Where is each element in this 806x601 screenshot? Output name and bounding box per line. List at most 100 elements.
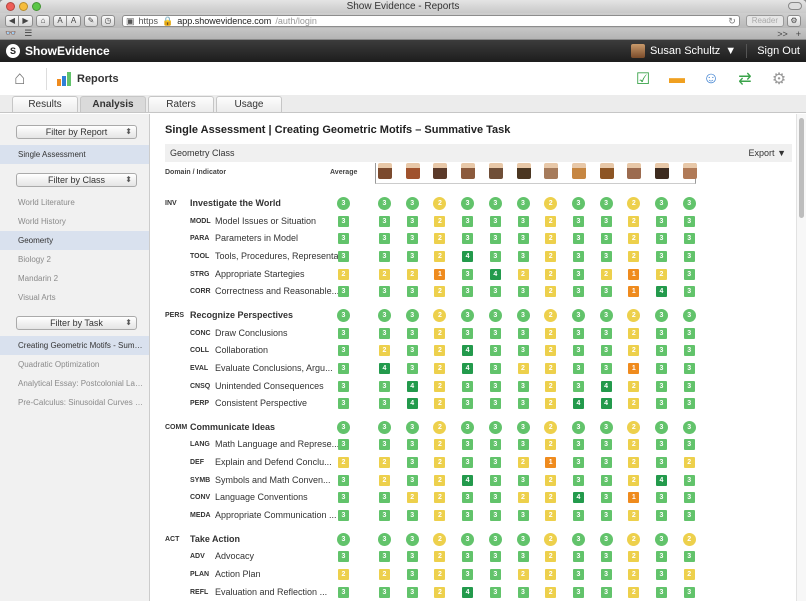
student-score[interactable]: 3	[599, 197, 613, 210]
row-label[interactable]: Unintended Consequences	[215, 378, 324, 395]
student-score[interactable]: 3	[489, 345, 501, 357]
student-score[interactable]: 3	[517, 327, 529, 339]
student-score[interactable]: 2	[545, 345, 557, 357]
sign-out-link[interactable]: Sign Out	[747, 45, 800, 57]
sidebar-item-class[interactable]: Mandarin 2	[0, 269, 149, 288]
student-score[interactable]: 3	[656, 345, 667, 357]
student-score[interactable]: 2	[628, 345, 640, 357]
student-score[interactable]: 3	[462, 398, 474, 410]
average-score[interactable]: 3	[338, 474, 349, 486]
tab-raters[interactable]: Raters	[148, 96, 214, 112]
row-label[interactable]: Math Language and Represe...	[215, 436, 339, 453]
student-score[interactable]: 2	[682, 532, 696, 546]
student-score[interactable]: 2	[627, 197, 641, 210]
average-score[interactable]: 3	[338, 551, 349, 563]
sync-arrows-icon[interactable]: ⇄	[736, 69, 754, 89]
student-score[interactable]: 3	[379, 492, 390, 504]
student-score[interactable]: 3	[406, 510, 418, 522]
back-icon[interactable]: ◀	[5, 14, 19, 27]
student-score[interactable]: 3	[683, 286, 695, 298]
student-score[interactable]: 3	[600, 586, 612, 598]
student-score[interactable]: 4	[462, 474, 474, 486]
student-score[interactable]: 2	[656, 268, 667, 280]
student-score[interactable]: 3	[489, 492, 501, 504]
student-score[interactable]: 3	[406, 457, 418, 469]
row-label[interactable]: Model Issues or Situation	[215, 213, 316, 230]
student-score[interactable]: 2	[434, 457, 446, 469]
student-score[interactable]: 3	[683, 327, 695, 339]
row-label[interactable]: Symbols and Math Conven...	[215, 472, 331, 489]
sidebar-item-task[interactable]: Pre-Calculus: Sinusoidal Curves and ...	[0, 393, 149, 412]
student-score[interactable]: 3	[683, 439, 695, 451]
student-score[interactable]: 2	[628, 250, 640, 262]
student-score[interactable]: 2	[433, 532, 447, 546]
student-score[interactable]: 2	[544, 532, 558, 546]
student-score[interactable]: 3	[656, 362, 667, 374]
student-score[interactable]: 2	[545, 492, 557, 504]
student-score[interactable]: 3	[572, 345, 584, 357]
student-score[interactable]: 3	[517, 380, 529, 392]
student-score[interactable]: 3	[683, 586, 695, 598]
student-score[interactable]: 3	[572, 510, 584, 522]
student-score[interactable]: 3	[462, 327, 474, 339]
average-score[interactable]: 3	[338, 398, 349, 410]
student-score[interactable]: 2	[434, 551, 446, 563]
student-score[interactable]: 3	[517, 510, 529, 522]
student-score[interactable]: 3	[378, 532, 391, 546]
student-score[interactable]: 3	[683, 250, 695, 262]
student-score[interactable]: 2	[434, 250, 446, 262]
student-score[interactable]: 2	[379, 268, 390, 280]
student-score[interactable]: 2	[628, 474, 640, 486]
student-score[interactable]: 3	[489, 362, 501, 374]
student-score[interactable]: 3	[462, 233, 474, 245]
student-score[interactable]: 3	[683, 380, 695, 392]
average-score[interactable]: 3	[338, 380, 349, 392]
student-score[interactable]: 2	[434, 362, 446, 374]
average-score[interactable]: 3	[338, 233, 349, 245]
student-score[interactable]: 3	[600, 233, 612, 245]
gear-icon[interactable]: ⚙	[770, 69, 788, 89]
sidebar-item-class[interactable]: Biology 2	[0, 250, 149, 269]
student-score[interactable]: 3	[406, 215, 418, 227]
student-score[interactable]: 2	[434, 474, 446, 486]
student-score[interactable]: 3	[517, 345, 529, 357]
student-score[interactable]: 3	[379, 439, 390, 451]
student-score[interactable]: 3	[600, 510, 612, 522]
student-score[interactable]: 3	[405, 197, 419, 210]
student-score[interactable]: 3	[572, 380, 584, 392]
scrollbar-thumb[interactable]	[799, 118, 804, 218]
close-window-button[interactable]	[6, 2, 15, 11]
row-label[interactable]: Consistent Perspective	[215, 395, 307, 412]
student-score[interactable]: 4	[406, 380, 418, 392]
row-label[interactable]: Parameters in Model	[215, 230, 298, 247]
student-score[interactable]: 3	[600, 457, 612, 469]
student-score[interactable]: 2	[434, 492, 446, 504]
student-avatar[interactable]	[655, 163, 669, 179]
student-score[interactable]: 1	[628, 492, 640, 504]
student-score[interactable]: 2	[683, 569, 695, 580]
student-score[interactable]: 3	[489, 551, 501, 563]
student-score[interactable]: 2	[434, 439, 446, 451]
student-score[interactable]: 3	[656, 233, 667, 245]
average-score[interactable]: 3	[337, 197, 350, 210]
bookmarks-overflow-button[interactable]: >>	[777, 29, 788, 39]
student-score[interactable]: 3	[488, 532, 502, 546]
student-score[interactable]: 3	[517, 233, 529, 245]
student-score[interactable]: 3	[656, 215, 667, 227]
student-score[interactable]: 3	[656, 439, 667, 451]
student-score[interactable]: 3	[516, 308, 530, 322]
student-score[interactable]: 3	[517, 398, 529, 410]
row-label[interactable]: Evaluation and Reflection ...	[215, 584, 327, 601]
student-score[interactable]: 3	[462, 510, 474, 522]
student-score[interactable]: 2	[545, 398, 557, 410]
student-avatar[interactable]	[571, 163, 586, 179]
student-score[interactable]: 3	[516, 532, 530, 546]
student-score[interactable]: 3	[379, 398, 390, 410]
student-score[interactable]: 3	[378, 420, 391, 434]
student-score[interactable]: 3	[656, 457, 667, 469]
student-score[interactable]: 2	[627, 308, 641, 322]
student-score[interactable]: 3	[683, 492, 695, 504]
student-score[interactable]: 3	[683, 215, 695, 227]
student-score[interactable]: 2	[600, 268, 612, 280]
student-score[interactable]: 3	[462, 551, 474, 563]
